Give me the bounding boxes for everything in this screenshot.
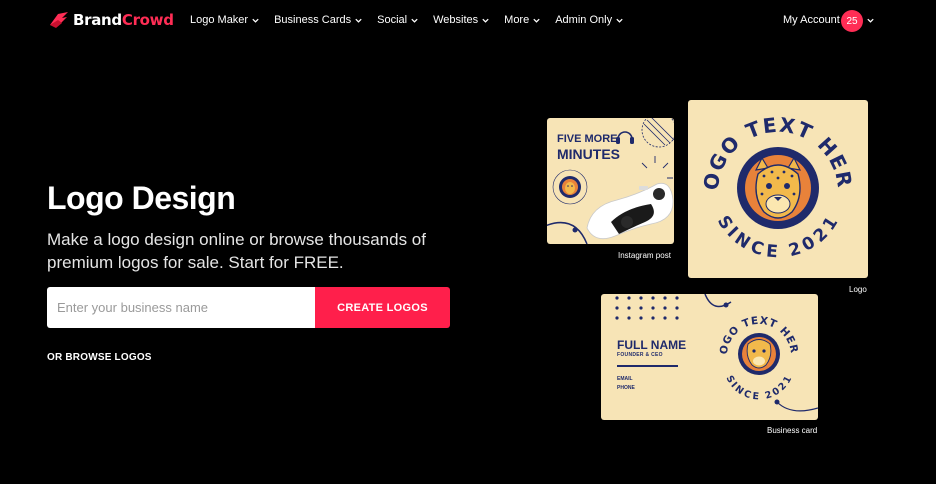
svg-text:SINCE 2021: SINCE 2021 [723, 374, 794, 403]
chevron-down-icon [533, 18, 540, 23]
nav-item-business-cards[interactable]: Business Cards [274, 14, 363, 26]
instagram-headline: FIVE MORE MINUTES [557, 132, 620, 162]
top-navbar: BrandCrowd Logo Maker Business Cards Soc… [0, 0, 936, 42]
main-nav: Logo Maker Business Cards Social Website… [190, 14, 638, 26]
cheetah-mascot-icon [552, 169, 588, 205]
my-account-link[interactable]: My Account [783, 14, 840, 26]
instagram-headline-line-2: MINUTES [557, 146, 620, 162]
brand-name-part-1: Brand [73, 11, 122, 29]
nav-item-label: Admin Only [555, 14, 613, 26]
business-name-input[interactable] [47, 287, 315, 328]
cheetah-mascot-icon [738, 333, 780, 375]
nav-item-logo-maker[interactable]: Logo Maker [190, 14, 260, 26]
logo-sample[interactable]: LOGO TEXT HERE SINCE 2021 [688, 100, 868, 278]
chevron-down-icon [482, 18, 489, 23]
nav-item-admin-only[interactable]: Admin Only [555, 14, 624, 26]
nav-item-label: More [504, 14, 530, 26]
browse-logos-link[interactable]: OR BROWSE LOGOS [47, 352, 152, 363]
nav-item-label: Social [377, 14, 408, 26]
chevron-down-icon [355, 18, 362, 23]
page-title: Logo Design [47, 180, 236, 216]
instagram-post-sample[interactable]: FIVE MORE MINUTES [547, 118, 674, 244]
stripe-decoration [641, 118, 674, 148]
instagram-headline-line-1: FIVE MORE [557, 133, 618, 145]
business-card-phone-label: PHONE [617, 385, 635, 391]
chevron-down-icon[interactable] [866, 16, 875, 25]
nav-item-more[interactable]: More [504, 14, 541, 26]
logo-artwork: LOGO TEXT HERE SINCE 2021 [688, 100, 856, 262]
logo-caption: Logo [849, 285, 867, 294]
business-card-name: FULL NAME [617, 338, 687, 352]
instagram-post-caption: Instagram post [618, 251, 671, 260]
chevron-down-icon [616, 18, 623, 23]
nav-item-label: Business Cards [274, 14, 352, 26]
nav-item-social[interactable]: Social [377, 14, 419, 26]
hero-subtitle: Make a logo design online or browse thou… [47, 230, 426, 272]
business-card-email-label: EMAIL [617, 376, 633, 382]
nav-item-websites[interactable]: Websites [433, 14, 490, 26]
dot-grid-decoration [615, 296, 679, 320]
chevron-down-icon [252, 18, 259, 23]
nav-item-label: Websites [433, 14, 479, 26]
cheetah-mascot-icon [737, 147, 819, 229]
brandcrowd-logo-icon [50, 12, 68, 28]
chevron-down-icon [411, 18, 418, 23]
game-controller-icon [586, 182, 674, 240]
business-card-role: FOUNDER & CEO [617, 352, 663, 358]
brand-name-part-2: Crowd [121, 11, 174, 29]
brand-logo-link[interactable]: BrandCrowd [48, 11, 174, 29]
create-logos-button[interactable]: CREATE LOGOS [315, 287, 450, 328]
business-card-sample[interactable]: LOGO TEXT HERE SINCE 2021 FULL NAME FOUN… [601, 294, 818, 420]
notification-badge[interactable]: 25 [841, 10, 863, 32]
nav-item-label: Logo Maker [190, 14, 249, 26]
business-card-caption: Business card [767, 426, 818, 435]
business-card-divider [617, 365, 678, 367]
brand-wordmark: BrandCrowd [73, 11, 174, 29]
business-card-ring-bottom-text: SINCE 2021 [723, 374, 793, 403]
